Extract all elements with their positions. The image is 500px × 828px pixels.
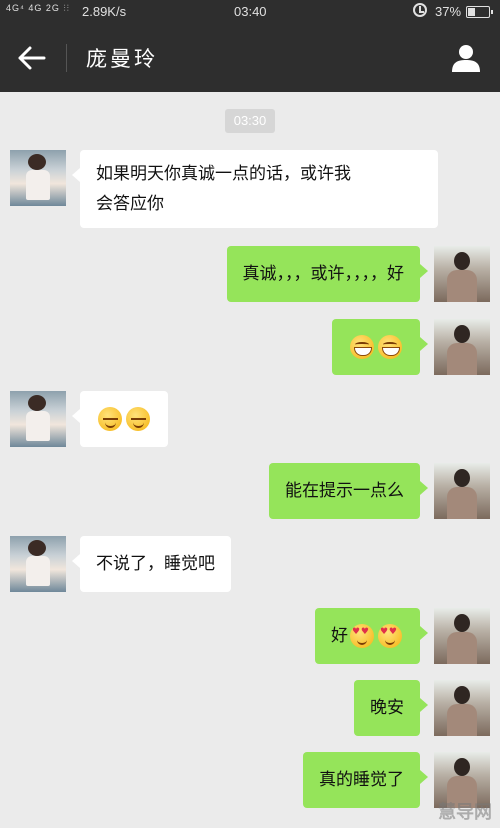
message-text: 不说了，睡觉吧	[96, 554, 215, 574]
grin-icon	[378, 335, 402, 359]
message-text: 如果明天你真诚一点的话，或许我	[96, 164, 351, 184]
message-bubble-outgoing[interactable]: 晚安	[354, 680, 428, 736]
header-divider	[66, 44, 67, 72]
contact-avatar[interactable]	[10, 536, 66, 592]
heart-eyes-icon	[350, 624, 374, 648]
arrow-left-icon	[18, 46, 46, 70]
contact-profile-button[interactable]	[448, 40, 484, 76]
message-bubble-incoming[interactable]: 如果明天你真诚一点的话，或许我 会答应你	[72, 150, 438, 228]
my-avatar[interactable]	[434, 608, 490, 664]
back-button[interactable]	[14, 42, 50, 74]
message-text: 能在提示一点么	[285, 481, 404, 501]
message-bubble-outgoing[interactable]: 真诚，，，或许，，，，好	[226, 246, 428, 302]
message-text: 真的睡觉了	[319, 770, 404, 790]
battery-icon	[466, 6, 493, 18]
message-text: 真诚，，，或许，，，，好	[242, 264, 405, 284]
battery-fill	[468, 8, 476, 16]
my-avatar[interactable]	[434, 319, 490, 375]
chat-timestamp: 03:30	[225, 109, 275, 133]
battery-percent: 37%	[435, 4, 462, 19]
person-icon	[452, 45, 480, 72]
watermark: 慧导网	[438, 802, 492, 823]
message-bubble-incoming[interactable]	[72, 391, 168, 447]
alarm-clock-icon	[413, 3, 427, 17]
my-avatar[interactable]	[434, 246, 490, 302]
message-bubble-outgoing[interactable]	[332, 319, 428, 375]
signal-indicator: 4G⁴ 4G 2G ⫶⫶	[6, 3, 70, 13]
grin-icon	[350, 335, 374, 359]
smirk-icon	[98, 407, 122, 431]
message-bubble-outgoing[interactable]: 真的睡觉了	[303, 752, 428, 808]
message-bubble-outgoing[interactable]: 好	[315, 608, 428, 664]
my-avatar[interactable]	[434, 463, 490, 519]
network-speed: 2.89K/s	[82, 4, 127, 19]
message-text: 晚安	[370, 698, 404, 718]
chat-header: 庞曼玲	[0, 24, 500, 92]
status-time: 03:40	[234, 4, 267, 19]
message-text: 会答应你	[96, 194, 164, 214]
contact-avatar[interactable]	[10, 391, 66, 447]
contact-name: 庞曼玲	[86, 47, 158, 71]
contact-avatar[interactable]	[10, 150, 66, 206]
status-bar: 4G⁴ 4G 2G ⫶⫶ 2.89K/s 03:40 37%	[0, 0, 500, 24]
my-avatar[interactable]	[434, 680, 490, 736]
message-bubble-incoming[interactable]: 不说了，睡觉吧	[72, 536, 231, 592]
heart-eyes-icon	[378, 624, 402, 648]
message-text: 好	[331, 626, 348, 646]
smirk-icon	[126, 407, 150, 431]
message-bubble-outgoing[interactable]: 能在提示一点么	[269, 463, 428, 519]
